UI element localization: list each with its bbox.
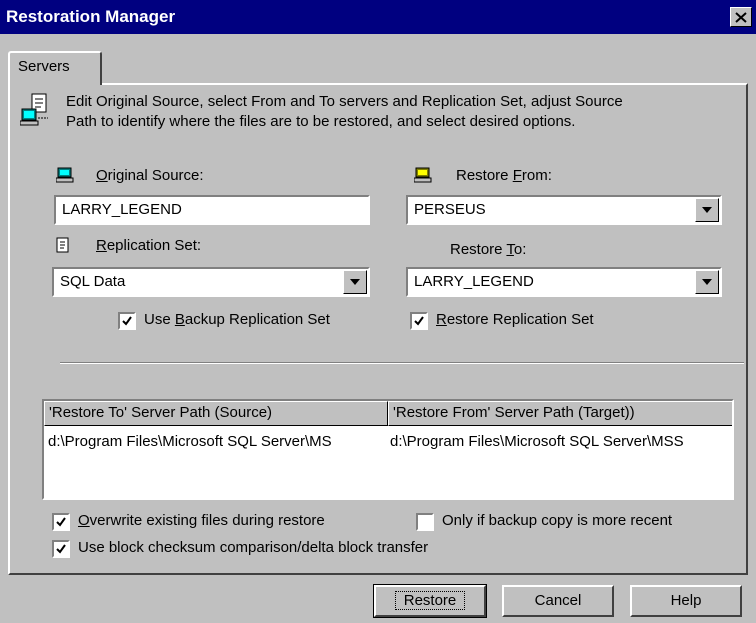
close-button[interactable] — [730, 7, 752, 27]
instructions-line-1: Edit Original Source, select From and To… — [66, 93, 623, 110]
title-bar[interactable]: Restoration Manager — [0, 0, 756, 34]
chevron-down-icon — [702, 207, 712, 213]
chevron-down-icon — [702, 279, 712, 285]
document-icon — [56, 237, 69, 253]
checkbox-box[interactable] — [118, 312, 136, 330]
servers-panel: Edit Original Source, select From and To… — [8, 83, 748, 575]
restore-replication-set-checkbox[interactable]: Restore Replication Set — [410, 311, 594, 334]
chevron-down-icon — [350, 279, 360, 285]
restore-to-value: LARRY_LEGEND — [414, 273, 534, 290]
restoration-manager-window: Restoration Manager Servers Edit Origina… — [0, 0, 756, 623]
checkbox-box[interactable] — [410, 312, 428, 330]
help-button[interactable]: Help — [630, 585, 742, 617]
block-checksum-label: Use block checksum comparison/delta bloc… — [78, 539, 429, 556]
replication-set-dropdown-button[interactable] — [343, 270, 367, 294]
restore-to-select[interactable]: LARRY_LEGEND — [406, 267, 722, 297]
checkbox-box[interactable] — [52, 540, 70, 558]
restore-from-dropdown-button[interactable] — [695, 198, 719, 222]
restore-to-dropdown-button[interactable] — [695, 270, 719, 294]
replication-set-label: Replication Set: — [96, 237, 202, 254]
column-header-source[interactable]: 'Restore To' Server Path (Source) — [44, 401, 388, 426]
block-checksum-checkbox[interactable]: Use block checksum comparison/delta bloc… — [52, 539, 428, 562]
check-icon — [122, 316, 132, 326]
overwrite-label: Overwrite existing files during restore — [78, 512, 325, 529]
check-icon — [414, 316, 424, 326]
original-source-label: Original Source: — [96, 167, 204, 184]
column-header-target[interactable]: 'Restore From' Server Path (Target)) — [388, 401, 732, 426]
computer-icon — [414, 167, 432, 183]
tab-servers-label: Servers — [18, 58, 70, 75]
overwrite-checkbox[interactable]: Overwrite existing files during restore — [52, 512, 325, 535]
table-cell-source-path[interactable]: d:\Program Files\Microsoft SQL Server\MS — [48, 433, 386, 450]
use-backup-set-label: Use Backup Replication Set — [144, 311, 330, 328]
cancel-button[interactable]: Cancel — [502, 585, 614, 617]
restore-replication-set-label: Restore Replication Set — [436, 311, 594, 328]
restore-button[interactable]: Restore — [373, 584, 487, 618]
computer-document-icon — [20, 93, 48, 126]
restore-from-value: PERSEUS — [414, 201, 486, 218]
only-if-recent-checkbox[interactable]: Only if backup copy is more recent — [416, 512, 672, 535]
close-icon — [735, 11, 747, 23]
check-icon — [56, 517, 66, 527]
use-backup-set-checkbox[interactable]: Use Backup Replication Set — [118, 311, 330, 334]
restore-from-label: Restore From: — [456, 167, 552, 184]
restore-to-label: Restore To: — [450, 241, 527, 258]
computer-icon — [56, 167, 74, 183]
separator — [60, 362, 744, 364]
window-title: Restoration Manager — [6, 7, 176, 26]
checkbox-box[interactable] — [52, 513, 70, 531]
instructions-line-2: Path to identify where the files are to … — [66, 113, 576, 130]
checkbox-box[interactable] — [416, 513, 434, 531]
only-if-recent-label: Only if backup copy is more recent — [442, 512, 673, 529]
paths-table[interactable]: 'Restore To' Server Path (Source) 'Resto… — [42, 399, 734, 500]
table-cell-target-path[interactable]: d:\Program Files\Microsoft SQL Server\MS… — [390, 433, 732, 450]
tab-servers[interactable]: Servers — [8, 51, 102, 85]
original-source-input[interactable]: LARRY_LEGEND — [54, 195, 370, 225]
check-icon — [56, 544, 66, 554]
replication-set-value: SQL Data — [60, 273, 126, 290]
restore-from-select[interactable]: PERSEUS — [406, 195, 722, 225]
replication-set-select[interactable]: SQL Data — [52, 267, 370, 297]
